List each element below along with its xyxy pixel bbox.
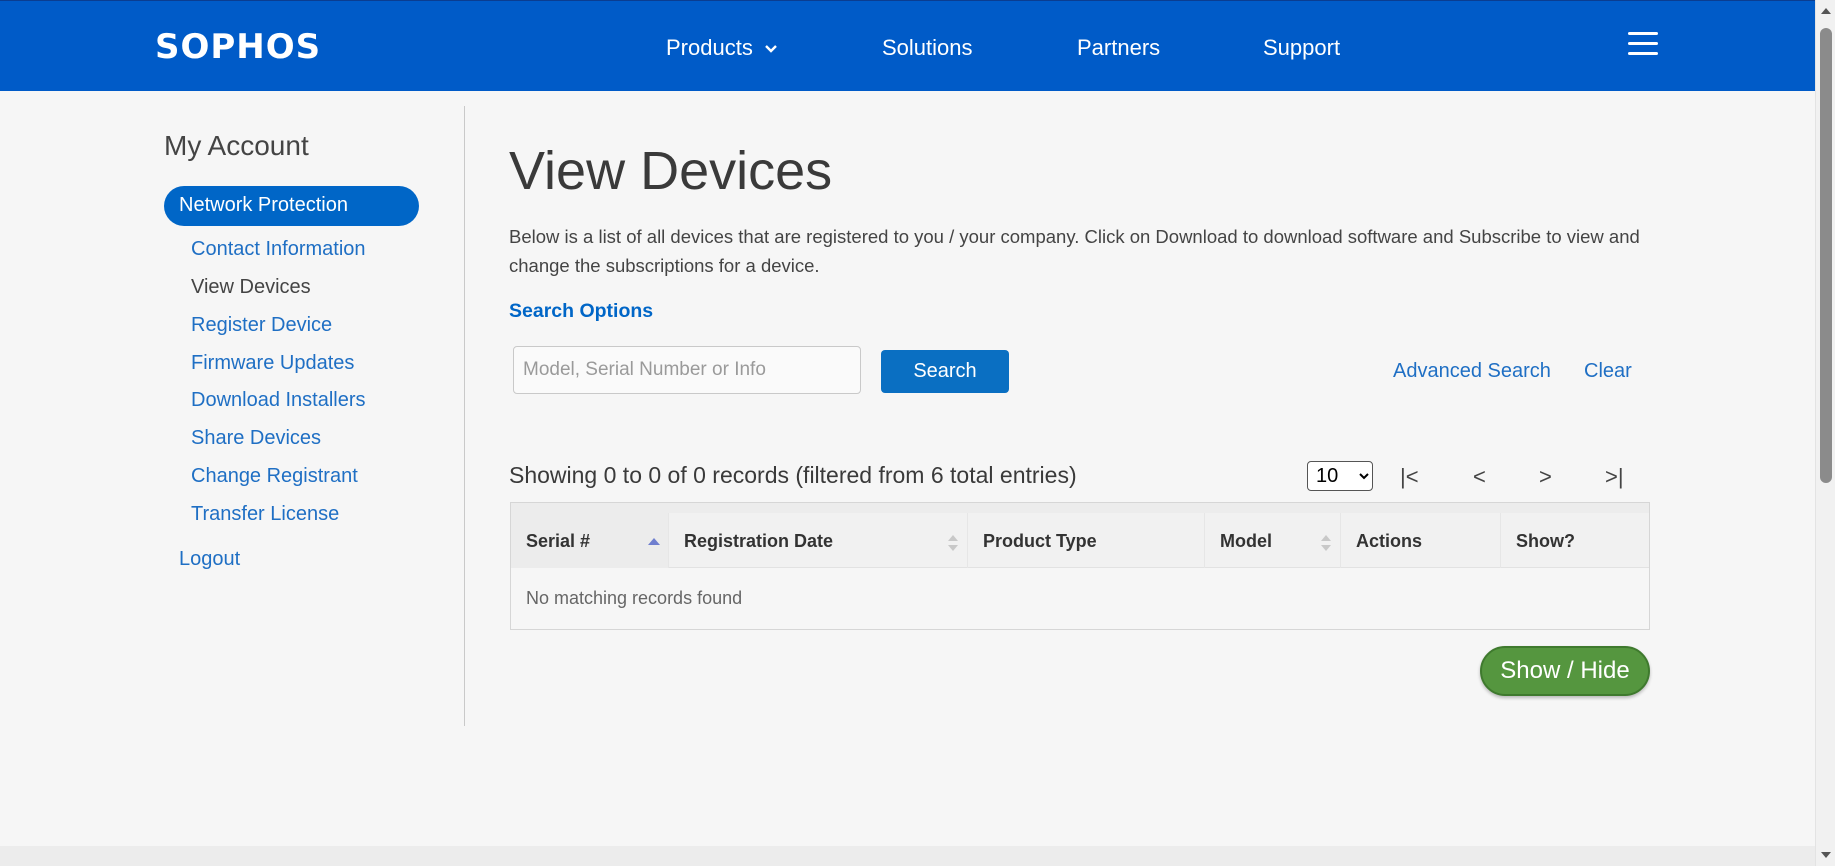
sort-icon <box>948 535 958 551</box>
table-header: Serial # Registration Date Product Type … <box>511 503 1649 568</box>
sidebar-item-transfer-license[interactable]: Transfer License <box>191 503 339 526</box>
show-hide-button[interactable]: Show / Hide <box>1480 646 1650 696</box>
scroll-up-arrow-icon[interactable] <box>1821 8 1831 14</box>
sort-icon <box>1321 535 1331 551</box>
sidebar-item-network-protection[interactable]: Network Protection <box>164 186 419 226</box>
top-navigation-bar: SOPHOS Products Solutions Partners Suppo… <box>0 0 1815 91</box>
scrollbar-thumb[interactable] <box>1820 28 1832 483</box>
nav-support[interactable]: Support <box>1263 35 1340 61</box>
sidebar-divider <box>464 106 465 726</box>
page-size-select[interactable]: 10 <box>1307 461 1373 491</box>
sidebar-item-view-devices[interactable]: View Devices <box>191 276 311 299</box>
search-input[interactable] <box>513 346 861 394</box>
nav-solutions[interactable]: Solutions <box>882 35 973 61</box>
records-info: Showing 0 to 0 of 0 records (filtered fr… <box>509 462 1077 488</box>
column-show: Show? <box>1501 513 1649 568</box>
sidebar-item-download-installers[interactable]: Download Installers <box>191 389 366 412</box>
column-show-label: Show? <box>1516 531 1575 551</box>
sidebar-item-contact-information[interactable]: Contact Information <box>191 238 366 261</box>
scroll-down-arrow-icon[interactable] <box>1821 852 1831 858</box>
nav-products[interactable]: Products <box>666 35 779 61</box>
last-page-button[interactable]: >| <box>1605 464 1624 490</box>
column-model[interactable]: Model <box>1205 513 1341 568</box>
column-product-type-label: Product Type <box>983 531 1097 551</box>
chevron-down-icon <box>764 45 777 53</box>
footer-strip <box>0 846 1815 866</box>
column-actions: Actions <box>1341 513 1501 568</box>
column-registration-date[interactable]: Registration Date <box>669 513 968 568</box>
logout-link[interactable]: Logout <box>179 548 240 571</box>
clear-link[interactable]: Clear <box>1584 360 1632 383</box>
first-page-button[interactable]: |< <box>1400 464 1419 490</box>
sort-ascending-icon <box>648 538 660 545</box>
sidebar-item-register-device[interactable]: Register Device <box>191 314 332 337</box>
empty-table-message: No matching records found <box>526 588 743 608</box>
column-serial-label: Serial # <box>526 531 591 551</box>
advanced-search-link[interactable]: Advanced Search <box>1393 360 1551 383</box>
devices-table: Serial # Registration Date Product Type … <box>510 502 1650 630</box>
search-button[interactable]: Search <box>881 350 1009 393</box>
page-title: View Devices <box>509 141 833 201</box>
hamburger-menu-icon[interactable] <box>1628 32 1658 56</box>
previous-page-button[interactable]: < <box>1473 464 1486 490</box>
sidebar-item-change-registrant[interactable]: Change Registrant <box>191 465 358 488</box>
sidebar-item-share-devices[interactable]: Share Devices <box>191 427 321 450</box>
column-registration-date-label: Registration Date <box>684 531 834 551</box>
column-serial[interactable]: Serial # <box>511 513 669 568</box>
search-options-link[interactable]: Search Options <box>509 300 653 323</box>
sidebar-title: My Account <box>164 130 309 161</box>
column-product-type[interactable]: Product Type <box>968 513 1205 568</box>
column-model-label: Model <box>1220 531 1272 551</box>
next-page-button[interactable]: > <box>1539 464 1552 490</box>
column-actions-label: Actions <box>1356 531 1423 551</box>
nav-products-label: Products <box>666 35 753 60</box>
vertical-scrollbar[interactable] <box>1815 0 1835 866</box>
intro-text: Below is a list of all devices that are … <box>509 226 1640 276</box>
sophos-logo[interactable]: SOPHOS <box>155 27 321 67</box>
nav-partners[interactable]: Partners <box>1077 35 1160 61</box>
sidebar-item-firmware-updates[interactable]: Firmware Updates <box>191 352 354 375</box>
